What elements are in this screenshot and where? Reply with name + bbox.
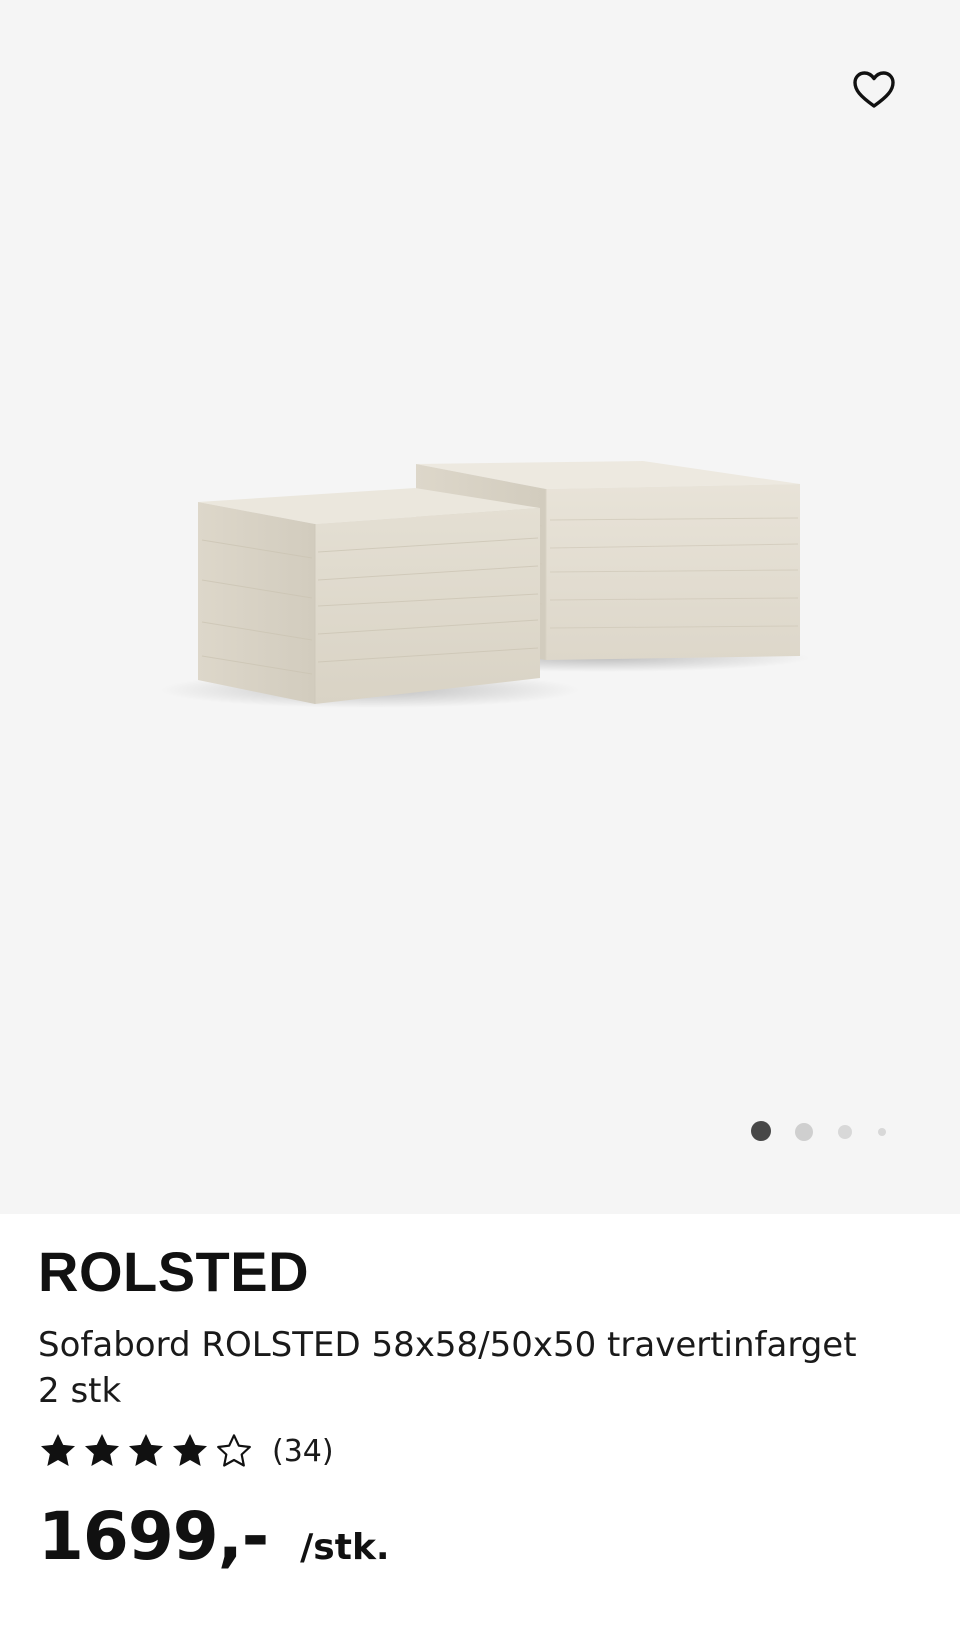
- rating-stars: [38, 1431, 254, 1471]
- product-image[interactable]: [150, 440, 830, 760]
- carousel-dot-1[interactable]: [751, 1121, 771, 1141]
- price-unit: /stk.: [300, 1527, 390, 1568]
- carousel-dot-2[interactable]: [795, 1123, 813, 1141]
- description-line-1: Sofabord ROLSTED 58x58/50x50 travertinfa…: [38, 1325, 857, 1365]
- star-filled-icon: [85, 1434, 119, 1466]
- price: 1699,- /stk.: [38, 1498, 390, 1575]
- star-filled-icon: [129, 1434, 163, 1466]
- star-filled-icon: [41, 1434, 75, 1466]
- product-name: ROLSTED: [38, 1240, 310, 1303]
- product-rating[interactable]: (34): [38, 1426, 334, 1476]
- product-description: Sofabord ROLSTED 58x58/50x50 travertinfa…: [38, 1322, 918, 1414]
- carousel-pagination[interactable]: [745, 1118, 895, 1146]
- carousel-dot-3[interactable]: [838, 1125, 852, 1139]
- favorite-button[interactable]: [848, 64, 900, 116]
- price-value: 1699,-: [38, 1498, 269, 1575]
- description-line-2: 2 stk: [38, 1371, 122, 1411]
- review-count[interactable]: (34): [272, 1434, 334, 1469]
- star-filled-icon: [173, 1434, 207, 1466]
- carousel-dot-4[interactable]: [878, 1128, 886, 1136]
- star-outline-icon: [217, 1434, 251, 1467]
- product-image-gallery[interactable]: [0, 0, 960, 1214]
- heart-outline-icon: [853, 71, 895, 108]
